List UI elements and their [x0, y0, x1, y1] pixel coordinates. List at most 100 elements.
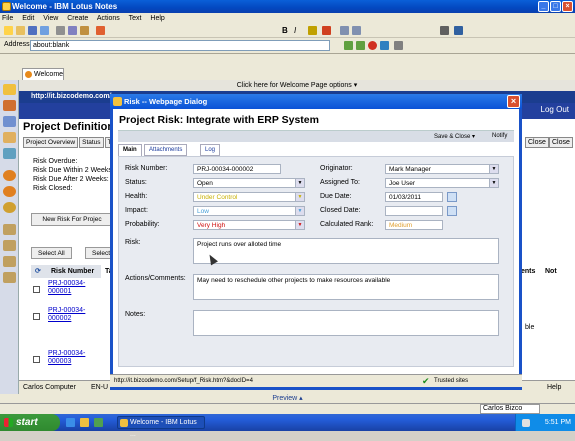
menu-help[interactable]: Help: [150, 15, 164, 22]
stop-icon[interactable]: [368, 41, 377, 50]
menu-view[interactable]: View: [43, 15, 58, 22]
menu-create[interactable]: Create: [67, 15, 88, 22]
highlight-icon[interactable]: [308, 26, 317, 35]
bookmark-icon-1[interactable]: [3, 170, 16, 181]
new-icon[interactable]: [4, 26, 13, 35]
chevron-down-icon[interactable]: ▼: [295, 193, 304, 201]
cut-icon[interactable]: [56, 26, 65, 35]
originator-select[interactable]: Mark Manager ▼: [385, 164, 499, 174]
replication-icon[interactable]: [3, 148, 16, 159]
closed-date-field[interactable]: [385, 206, 443, 216]
menu-file[interactable]: File: [2, 15, 13, 22]
preview-toggle[interactable]: Preview ▴: [0, 394, 575, 403]
actions-textarea[interactable]: May need to reschedule other projects to…: [193, 274, 499, 300]
save-close-button[interactable]: Save & Close ▾: [434, 133, 475, 140]
paste-icon[interactable]: [80, 26, 89, 35]
dialog-status-bar: http://it.bizcodemo.com/Setup/f_Risk.htm…: [110, 374, 522, 387]
risk-closed-label: Risk Closed:: [33, 185, 73, 192]
database-icon-1[interactable]: [3, 224, 16, 235]
risk-link[interactable]: PRJ-00034- 000003: [48, 350, 85, 366]
quicklaunch-notes-icon[interactable]: [80, 418, 89, 427]
impact-select[interactable]: Low ▼: [193, 206, 305, 216]
tab-main[interactable]: Main: [118, 144, 142, 156]
network-icon[interactable]: [522, 419, 530, 427]
logout-link[interactable]: Log Out: [541, 105, 569, 114]
refresh-icon[interactable]: [380, 41, 389, 50]
print-icon[interactable]: [40, 26, 49, 35]
address-input[interactable]: about:blank: [30, 40, 330, 51]
risk-number-field[interactable]: PRJ-00034-000002: [193, 164, 281, 174]
menu-text[interactable]: Text: [129, 15, 142, 22]
status-help[interactable]: Help: [547, 381, 561, 394]
server-selector[interactable]: Carlos Bizco: [480, 404, 540, 414]
select-all-button[interactable]: Select All: [31, 247, 72, 259]
find-icon[interactable]: [440, 26, 449, 35]
row-checkbox[interactable]: [33, 356, 40, 363]
close-tab-left[interactable]: Close: [525, 137, 549, 148]
minimize-button[interactable]: _: [538, 1, 549, 12]
new-risk-button[interactable]: New Risk For Projec: [31, 213, 113, 226]
taskbar-item-lotus[interactable]: Welcome - IBM Lotus ...: [117, 416, 205, 438]
chevron-down-icon[interactable]: ▼: [295, 179, 304, 187]
assigned-to-select[interactable]: Joe User ▼: [385, 178, 499, 188]
trusted-sites-label: Trusted sites: [434, 378, 469, 384]
close-button[interactable]: ×: [562, 1, 573, 12]
welcome-options-strip[interactable]: Click here for Welcome Page options ▾: [19, 80, 575, 91]
forward-icon[interactable]: [356, 41, 365, 50]
row-checkbox[interactable]: [33, 313, 40, 320]
menu-edit[interactable]: Edit: [22, 15, 34, 22]
text-color-icon[interactable]: [322, 26, 331, 35]
dialog-close-button[interactable]: ×: [507, 95, 520, 108]
database-icon-2[interactable]: [3, 240, 16, 251]
attach-icon[interactable]: [96, 26, 105, 35]
tab-attachments[interactable]: Attachments (0): [144, 144, 188, 164]
close-tab-right[interactable]: Close: [549, 137, 573, 148]
contacts-icon[interactable]: [3, 116, 16, 127]
dialog-action-bar: Save & Close ▾ Notify: [118, 130, 514, 142]
open-icon[interactable]: [16, 26, 25, 35]
save-icon[interactable]: [28, 26, 37, 35]
risk-link[interactable]: PRJ-00034- 000002: [48, 307, 85, 323]
bookmark-icon-2[interactable]: [3, 186, 16, 197]
tab-project-overview[interactable]: Project Overview: [23, 137, 79, 148]
bookmark-icon-3[interactable]: [3, 202, 16, 213]
notify-button[interactable]: Notify: [492, 133, 507, 139]
replicate-icon[interactable]: [454, 26, 463, 35]
mail-icon[interactable]: [3, 84, 16, 95]
start-button[interactable]: start: [0, 414, 60, 431]
chevron-down-icon[interactable]: ▼: [489, 179, 498, 187]
row-checkbox[interactable]: [33, 286, 40, 293]
maximize-button[interactable]: □: [550, 1, 561, 12]
chevron-down-icon[interactable]: ▼: [489, 165, 498, 173]
calendar-icon[interactable]: [447, 206, 457, 216]
due-date-field[interactable]: 01/03/2011: [385, 192, 443, 202]
chevron-down-icon[interactable]: ▼: [295, 221, 304, 229]
database-icon-3[interactable]: [3, 256, 16, 267]
numbering-icon[interactable]: [352, 26, 361, 35]
back-icon[interactable]: [344, 41, 353, 50]
italic-icon[interactable]: I: [294, 26, 303, 35]
copy-icon[interactable]: [68, 26, 77, 35]
quicklaunch-ie-icon[interactable]: [66, 418, 75, 427]
risk-link[interactable]: PRJ-00034- 000001: [48, 280, 85, 296]
quicklaunch-desktop-icon[interactable]: [94, 418, 103, 427]
database-icon-4[interactable]: [3, 272, 16, 283]
health-select[interactable]: Under Control ▼: [193, 192, 305, 202]
bold-icon[interactable]: B: [282, 26, 291, 35]
chevron-down-icon[interactable]: ▼: [295, 207, 304, 215]
bullets-icon[interactable]: [340, 26, 349, 35]
menu-actions[interactable]: Actions: [97, 15, 120, 22]
calendar-icon[interactable]: [3, 100, 16, 111]
calendar-icon[interactable]: [447, 192, 457, 202]
probability-select[interactable]: Very High ▼: [193, 220, 305, 230]
tab-status[interactable]: Status: [79, 137, 104, 148]
refresh-grid-icon[interactable]: ⟳: [35, 265, 41, 278]
status-select[interactable]: Open ▼: [193, 178, 305, 188]
tab-log[interactable]: Log: [200, 144, 221, 156]
search-icon[interactable]: [394, 41, 403, 50]
notes-textarea[interactable]: [193, 310, 499, 336]
risk-textarea[interactable]: Project runs over alloted time: [193, 238, 499, 264]
tab-welcome[interactable]: Welcome: [22, 68, 64, 80]
todo-icon[interactable]: [3, 132, 16, 143]
grid-col-risk-number[interactable]: Risk Number: [51, 268, 94, 275]
